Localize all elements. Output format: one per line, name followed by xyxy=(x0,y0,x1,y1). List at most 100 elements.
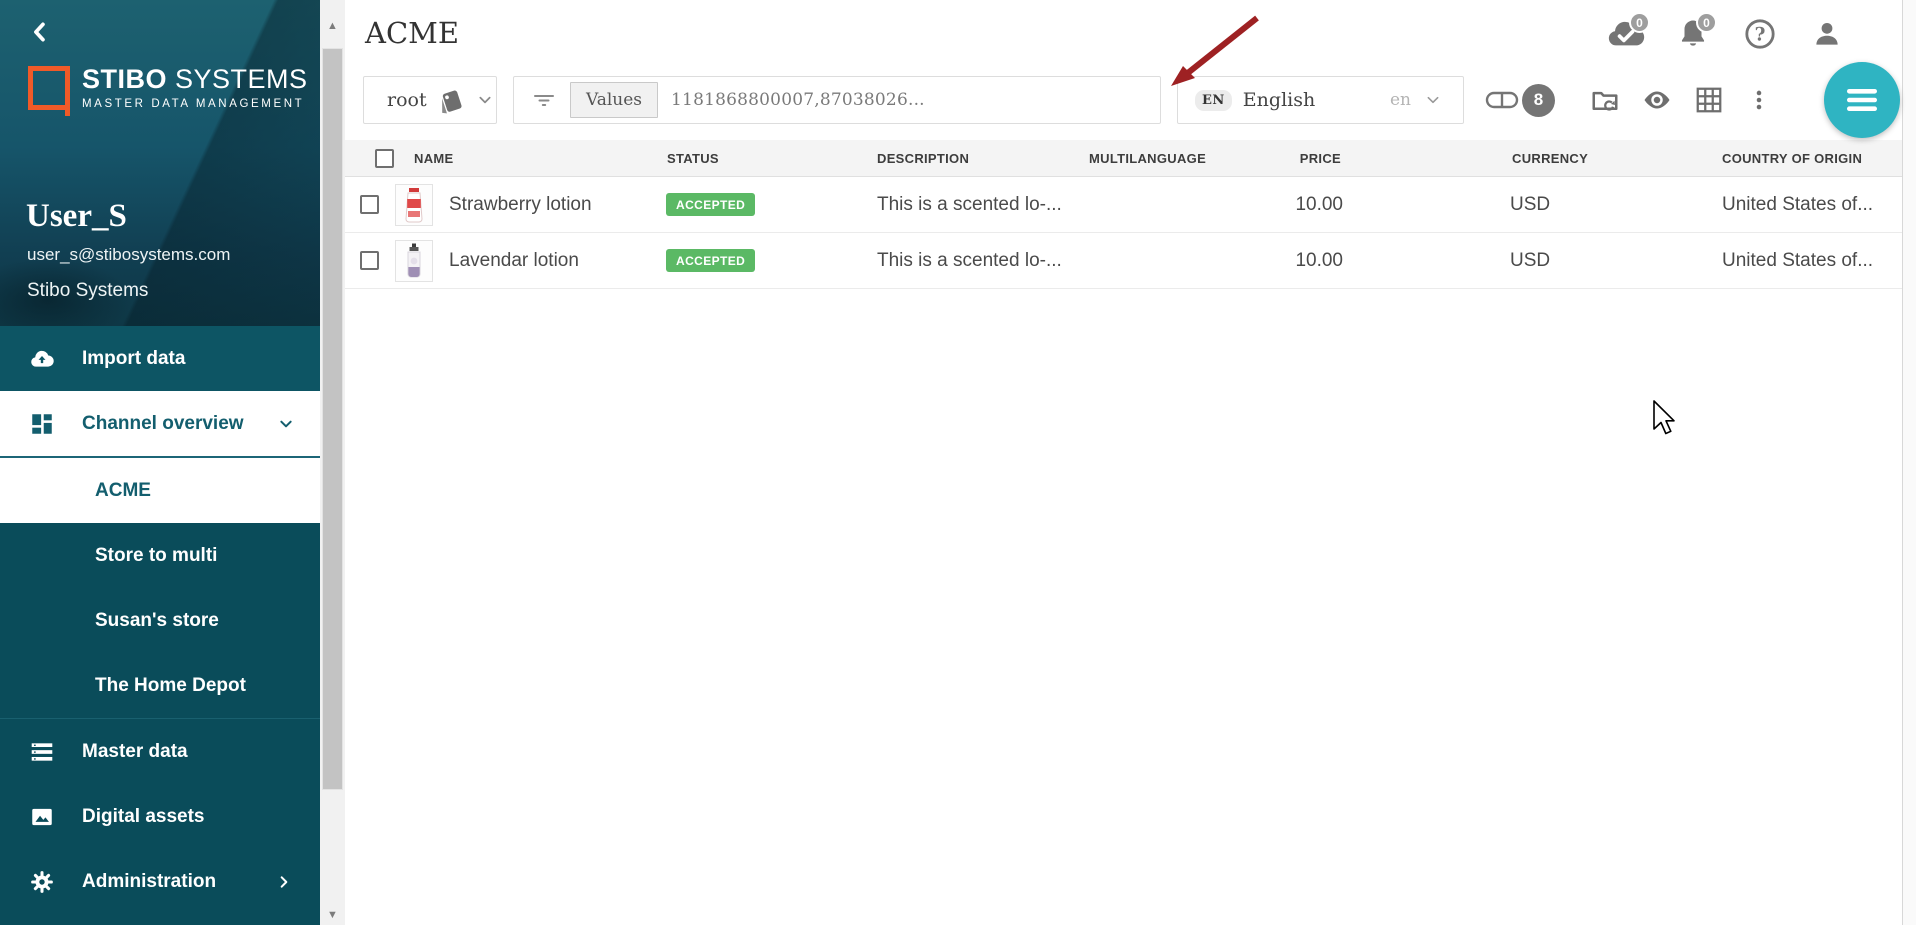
folder-sync-icon xyxy=(1589,85,1621,115)
sidebar-item-label: Import data xyxy=(82,348,185,370)
help-button[interactable]: ? xyxy=(1740,14,1780,54)
list-icon xyxy=(29,739,55,765)
process-count-badge: 0 xyxy=(1629,12,1650,33)
column-header-price[interactable]: PRICE xyxy=(1292,151,1355,166)
logo-tagline: MASTER DATA MANAGEMENT xyxy=(82,98,308,110)
sidebar-nav: Import data Channel overview ACME Store … xyxy=(0,326,320,914)
strawberry-lotion-image xyxy=(401,187,427,223)
sync-folder-button[interactable] xyxy=(1588,83,1622,117)
sidebar-scrollbar[interactable]: ▲ ▼ xyxy=(320,0,345,925)
chevron-down-icon xyxy=(1425,92,1441,108)
chevron-down-icon xyxy=(477,92,493,108)
country-cell: United States of... xyxy=(1720,250,1902,272)
description-cell: This is a scented lo-... xyxy=(870,194,1082,216)
person-icon xyxy=(1810,17,1844,51)
scroll-up-arrow-icon[interactable]: ▲ xyxy=(320,20,345,32)
user-email: user_s@stibosystems.com xyxy=(27,245,230,265)
swatch-cards-icon xyxy=(435,85,465,115)
filter-value-input[interactable]: 1181868800007,87038026... xyxy=(671,90,925,110)
kebab-menu-icon xyxy=(1746,85,1772,115)
grid-icon xyxy=(1694,85,1724,115)
sidebar-item-label: Digital assets xyxy=(82,806,205,828)
status-badge: ACCEPTED xyxy=(666,249,755,272)
main-scrollbar[interactable] xyxy=(1902,0,1916,925)
chevron-right-icon xyxy=(276,874,292,890)
language-code: en xyxy=(1390,90,1411,110)
sidebar-item-label: Channel overview xyxy=(82,413,244,435)
more-options-button[interactable] xyxy=(1742,83,1776,117)
table-row[interactable]: Lavendar lotion ACCEPTED This is a scent… xyxy=(345,233,1902,289)
image-icon xyxy=(29,804,55,830)
sidebar-item-import-data[interactable]: Import data xyxy=(0,326,320,391)
description-cell: This is a scented lo-... xyxy=(870,250,1082,272)
background-processes-button[interactable]: 0 xyxy=(1606,14,1646,54)
scroll-down-arrow-icon[interactable]: ▼ xyxy=(320,909,345,921)
main-menu-fab[interactable] xyxy=(1824,62,1900,138)
table-row[interactable]: Strawberry lotion ACCEPTED This is a sce… xyxy=(345,177,1902,233)
cloud-upload-icon xyxy=(29,346,55,372)
language-code-badge: EN xyxy=(1195,90,1232,111)
table-toolbar: 8 xyxy=(1485,76,1776,124)
status-badge: ACCEPTED xyxy=(666,193,755,216)
logo-brand-bold: STIBO xyxy=(82,64,167,94)
sidebar-item-the-home-depot[interactable]: The Home Depot xyxy=(0,653,320,718)
search-filter-bar[interactable]: Values 1181868800007,87038026... xyxy=(513,76,1161,124)
context-label: root xyxy=(387,89,427,111)
user-profile-button[interactable] xyxy=(1807,14,1847,54)
product-name[interactable]: Lavendar lotion xyxy=(449,250,579,272)
filter-type-chip[interactable]: Values xyxy=(570,82,658,118)
logo-brand: STIBO SYSTEMS xyxy=(82,66,308,93)
attribute-count-badge: 8 xyxy=(1522,84,1555,117)
page-title: ACME xyxy=(365,16,459,50)
sidebar-item-channel-overview[interactable]: Channel overview xyxy=(0,391,320,456)
currency-cell: USD xyxy=(1508,194,1720,216)
notification-count-badge: 0 xyxy=(1696,12,1717,33)
sidebar-user-panel: STIBO SYSTEMS MASTER DATA MANAGEMENT Use… xyxy=(0,0,320,326)
column-header-multilanguage[interactable]: MULTILANGUAGE xyxy=(1082,151,1292,166)
column-header-status[interactable]: STATUS xyxy=(660,151,870,166)
column-header-country[interactable]: COUNTRY OF ORIGIN xyxy=(1720,151,1902,166)
header-icons: 0 0 ? xyxy=(1606,14,1847,54)
preview-button[interactable] xyxy=(1640,83,1674,117)
question-mark-icon: ? xyxy=(1743,17,1777,51)
sidebar-item-digital-assets[interactable]: Digital assets xyxy=(0,784,320,849)
sidebar-item-label: The Home Depot xyxy=(95,675,246,697)
language-selector[interactable]: EN English en xyxy=(1177,76,1464,124)
sidebar-item-administration[interactable]: Administration xyxy=(0,849,320,914)
toggle-view-button[interactable] xyxy=(1485,83,1519,117)
sidebar-item-label: Administration xyxy=(82,871,216,893)
chevron-down-icon xyxy=(278,416,294,432)
svg-text:?: ? xyxy=(1755,25,1766,46)
user-name: User_S xyxy=(26,198,127,235)
notifications-button[interactable]: 0 xyxy=(1673,14,1713,54)
row-checkbox[interactable] xyxy=(360,251,379,270)
user-organization: Stibo Systems xyxy=(27,280,148,302)
table-view-button[interactable] xyxy=(1692,83,1726,117)
logo-square-icon xyxy=(28,66,70,110)
column-header-description[interactable]: DESCRIPTION xyxy=(870,151,1082,166)
row-checkbox[interactable] xyxy=(360,195,379,214)
gear-icon xyxy=(29,869,55,895)
country-cell: United States of... xyxy=(1720,194,1902,216)
toggle-icon xyxy=(1485,88,1519,112)
scrollbar-thumb[interactable] xyxy=(322,48,343,790)
sidebar-item-acme[interactable]: ACME xyxy=(0,458,320,523)
product-thumbnail xyxy=(395,184,433,226)
product-name[interactable]: Strawberry lotion xyxy=(449,194,592,216)
column-header-name[interactable]: NAME xyxy=(390,151,660,166)
table-header: NAME STATUS DESCRIPTION MULTILANGUAGE PR… xyxy=(345,140,1902,177)
currency-cell: USD xyxy=(1508,250,1720,272)
column-header-currency[interactable]: CURRENCY xyxy=(1508,151,1720,166)
collapse-sidebar-button[interactable] xyxy=(26,18,54,46)
context-selector[interactable]: root xyxy=(363,76,497,124)
logo-brand-rest: SYSTEMS xyxy=(167,64,308,94)
sidebar-item-label: ACME xyxy=(95,480,151,502)
lavendar-lotion-image xyxy=(401,243,427,279)
filter-icon xyxy=(532,88,556,112)
sidebar-item-master-data[interactable]: Master data xyxy=(0,719,320,784)
sidebar-item-label: Master data xyxy=(82,741,188,763)
sidebar: STIBO SYSTEMS MASTER DATA MANAGEMENT Use… xyxy=(0,0,320,925)
sidebar-item-store-to-multi[interactable]: Store to multi xyxy=(0,523,320,588)
sidebar-item-susans-store[interactable]: Susan's store xyxy=(0,588,320,653)
price-cell: 10.00 xyxy=(1292,194,1355,216)
